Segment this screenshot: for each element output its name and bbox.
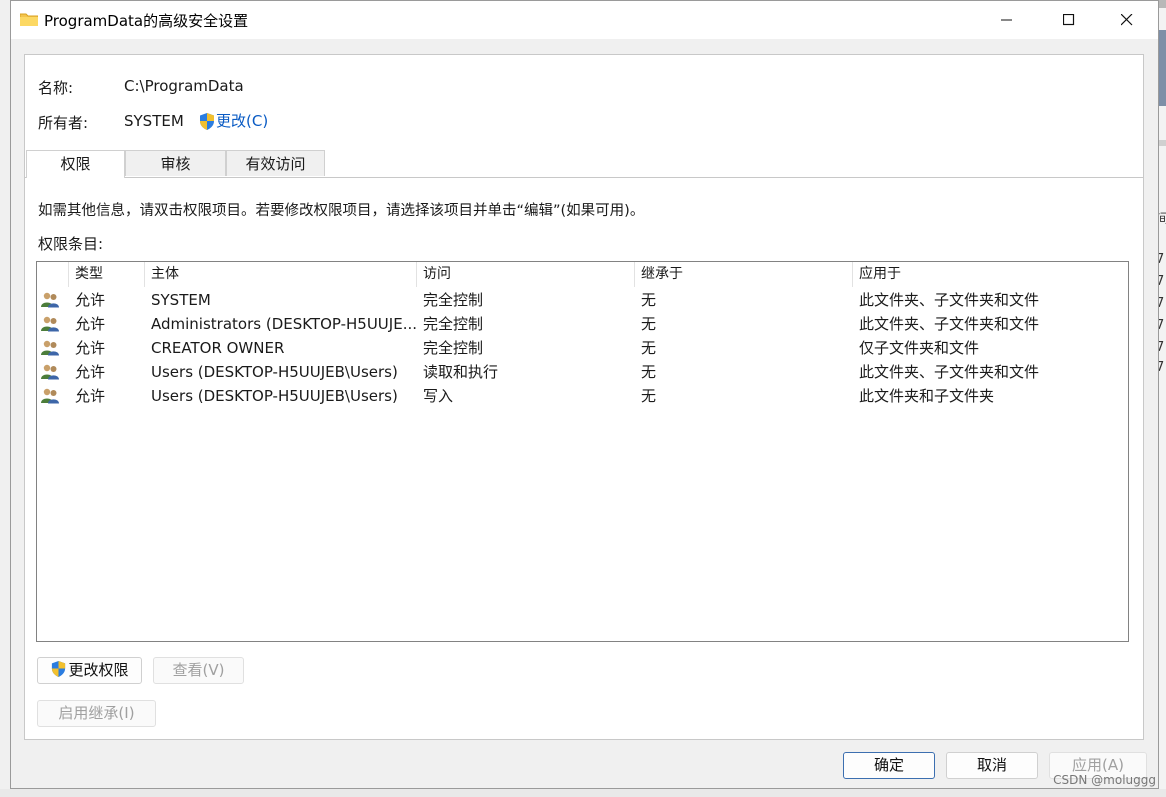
tab-strip: 权限 审核 有效访问 xyxy=(25,150,1143,178)
ok-button[interactable]: 确定 xyxy=(843,752,935,779)
window-title: ProgramData的高级安全设置 xyxy=(44,12,249,30)
name-label: 名称: xyxy=(38,79,74,97)
cell-applies-to: 此文件夹、子文件夹和文件 xyxy=(859,363,1040,381)
permissions-hint: 如需其他信息，请双击权限项目。若要修改权限项目，请选择该项目并单击“编辑”(如果… xyxy=(38,203,645,219)
cell-applies-to: 仅子文件夹和文件 xyxy=(859,339,980,357)
cell-access: 读取和执行 xyxy=(423,363,499,381)
cell-applies-to: 此文件夹、子文件夹和文件 xyxy=(859,291,1040,309)
cell-inherited-from: 无 xyxy=(641,291,657,309)
permission-entries-label: 权限条目: xyxy=(38,235,104,253)
cell-type: 允许 xyxy=(75,387,106,405)
uac-shield-icon xyxy=(52,660,66,678)
table-row[interactable]: 允许 Users (DESKTOP-H5UUJEB\Users) 读取和执行 无… xyxy=(37,360,1128,384)
cell-inherited-from: 无 xyxy=(641,363,657,381)
column-inherited-from[interactable]: 继承于 xyxy=(635,262,853,287)
maximize-button[interactable] xyxy=(1040,1,1098,39)
cell-inherited-from: 无 xyxy=(641,387,657,405)
uac-shield-icon xyxy=(200,113,214,130)
maximize-icon xyxy=(1063,14,1075,26)
column-icon xyxy=(37,262,69,287)
title-bar: ProgramData的高级安全设置 xyxy=(11,1,1158,39)
name-value: C:\ProgramData xyxy=(124,77,244,95)
list-header: 类型 主体 访问 继承于 应用于 xyxy=(37,262,1128,287)
cell-principal: Administrators (DESKTOP-H5UUJE... xyxy=(151,315,417,333)
change-owner-text[interactable]: 更改(C) xyxy=(216,112,268,130)
cell-access: 完全控制 xyxy=(423,315,484,333)
cell-applies-to: 此文件夹和子文件夹 xyxy=(859,387,995,405)
enable-inheritance-button[interactable]: 启用继承(I) xyxy=(37,700,156,727)
users-icon xyxy=(41,316,59,332)
change-permissions-label: 更改权限 xyxy=(68,661,129,679)
users-icon xyxy=(41,292,59,308)
tab-permissions[interactable]: 权限 xyxy=(26,150,125,178)
cell-access: 完全控制 xyxy=(423,339,484,357)
cell-type: 允许 xyxy=(75,291,106,309)
column-principal[interactable]: 主体 xyxy=(145,262,417,287)
folder-icon xyxy=(20,13,38,26)
tab-effective-access[interactable]: 有效访问 xyxy=(226,150,325,176)
column-type[interactable]: 类型 xyxy=(69,262,145,287)
change-permissions-button[interactable]: 更改权限 xyxy=(37,657,142,684)
minimize-button[interactable] xyxy=(978,1,1036,39)
cell-type: 允许 xyxy=(75,363,106,381)
table-row[interactable]: 允许 SYSTEM 完全控制 无 此文件夹、子文件夹和文件 xyxy=(37,288,1128,312)
close-button[interactable] xyxy=(1098,1,1156,39)
cell-principal: Users (DESKTOP-H5UUJEB\Users) xyxy=(151,363,398,381)
view-button[interactable]: 查看(V) xyxy=(153,657,244,684)
watermark: CSDN @moluggg xyxy=(1053,773,1156,787)
table-row[interactable]: 允许 Users (DESKTOP-H5UUJEB\Users) 写入 无 此文… xyxy=(37,384,1128,408)
cell-principal: Users (DESKTOP-H5UUJEB\Users) xyxy=(151,387,398,405)
users-icon xyxy=(41,364,59,380)
cell-principal: SYSTEM xyxy=(151,291,211,309)
cell-principal: CREATOR OWNER xyxy=(151,339,285,357)
minimize-icon xyxy=(1001,19,1012,21)
table-row[interactable]: 允许 Administrators (DESKTOP-H5UUJE... 完全控… xyxy=(37,312,1128,336)
advanced-security-dialog: ProgramData的高级安全设置 名称: C:\ProgramData 所有… xyxy=(10,0,1159,789)
background-bottom-edge xyxy=(0,789,1166,797)
users-icon xyxy=(41,340,59,356)
permission-entries-list[interactable]: 类型 主体 访问 继承于 应用于 允许 SYSTEM 完全控制 无 此文件夹、子… xyxy=(36,261,1129,642)
cell-access: 完全控制 xyxy=(423,291,484,309)
cell-inherited-from: 无 xyxy=(641,339,657,357)
tab-auditing[interactable]: 审核 xyxy=(125,150,226,176)
table-row[interactable]: 允许 CREATOR OWNER 完全控制 无 仅子文件夹和文件 xyxy=(37,336,1128,360)
background-left-edge xyxy=(0,0,10,797)
column-access[interactable]: 访问 xyxy=(417,262,635,287)
content-panel: 名称: C:\ProgramData 所有者: SYSTEM 更改(C) 权限 … xyxy=(24,54,1144,740)
cell-inherited-from: 无 xyxy=(641,315,657,333)
column-applies-to[interactable]: 应用于 xyxy=(853,262,1129,287)
cell-type: 允许 xyxy=(75,315,106,333)
cancel-button[interactable]: 取消 xyxy=(946,752,1038,779)
owner-value: SYSTEM xyxy=(124,112,184,130)
cell-access: 写入 xyxy=(423,387,454,405)
close-icon xyxy=(1121,14,1133,26)
owner-label: 所有者: xyxy=(38,114,89,132)
cell-applies-to: 此文件夹、子文件夹和文件 xyxy=(859,315,1040,333)
cell-type: 允许 xyxy=(75,339,106,357)
change-owner-link[interactable]: 更改(C) xyxy=(198,110,268,131)
users-icon xyxy=(41,388,59,404)
